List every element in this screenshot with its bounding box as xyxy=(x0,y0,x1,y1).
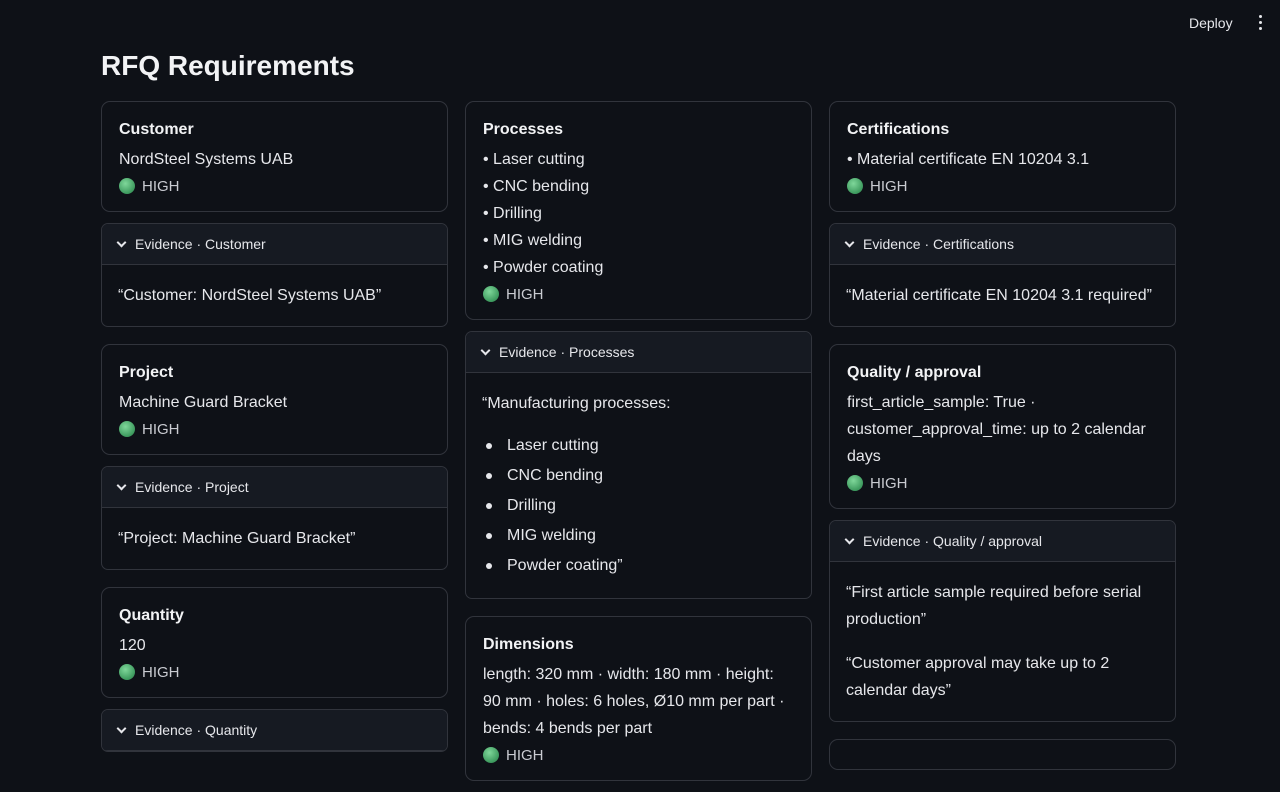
green-dot-icon xyxy=(119,421,135,437)
evidence-toggle[interactable]: Evidence · Customer xyxy=(102,224,447,265)
evidence-expander: Evidence · Quantity xyxy=(101,709,448,752)
evidence-title: Evidence · Quality / approval xyxy=(863,533,1042,549)
card-value: first_article_sample: True · customer_ap… xyxy=(847,394,1146,465)
card-value: NordSteel Systems UAB xyxy=(119,151,294,168)
evidence-body: “Customer: NordSteel Systems UAB” xyxy=(102,265,447,326)
card-value: • Drilling xyxy=(483,205,542,222)
chevron-down-icon xyxy=(844,237,855,247)
evidence-list-item: CNC bending xyxy=(482,461,795,491)
evidence-title: Evidence · Processes xyxy=(499,344,635,360)
vertical-dots-icon[interactable] xyxy=(1250,12,1270,32)
evidence-expander: Evidence · Processes “Manufacturing proce… xyxy=(465,331,812,599)
requirement-card: Processes • Laser cutting • CNC bending • D… xyxy=(465,101,812,320)
green-dot-icon xyxy=(119,664,135,680)
chevron-down-icon xyxy=(116,723,127,733)
evidence-quote: “Customer approval may take up to 2 cale… xyxy=(846,655,1110,699)
evidence-body: “Manufacturing processes: Laser cutting CN… xyxy=(466,373,811,598)
confidence-badge: HIGH xyxy=(119,659,430,685)
evidence-body: “First article sample required before se… xyxy=(830,562,1175,721)
confidence-badge: HIGH xyxy=(847,173,1158,199)
confidence-label: HIGH xyxy=(506,746,544,764)
green-dot-icon xyxy=(847,178,863,194)
evidence-list-item: MIG welding xyxy=(482,521,795,551)
evidence-expander: Evidence · Certifications “Material certi… xyxy=(829,223,1176,327)
evidence-quote: “Project: Machine Guard Bracket” xyxy=(118,530,356,547)
green-dot-icon xyxy=(483,747,499,763)
requirement-card: Quality / approval first_article_sample: … xyxy=(829,344,1176,509)
evidence-title: Evidence · Project xyxy=(135,479,249,495)
requirement-card: Quantity 120 HIGH xyxy=(101,587,448,698)
confidence-badge: HIGH xyxy=(119,173,430,199)
evidence-toggle[interactable]: Evidence · Quantity xyxy=(102,710,447,751)
requirement-card xyxy=(829,739,1176,770)
confidence-label: HIGH xyxy=(870,177,908,195)
evidence-quote: “Manufacturing processes: xyxy=(482,395,671,412)
confidence-badge: HIGH xyxy=(483,281,794,307)
column-1: Customer NordSteel Systems UAB HIGH Evidenc… xyxy=(101,101,448,769)
evidence-body: “Material certificate EN 10204 3.1 requi… xyxy=(830,265,1175,326)
evidence-quote: “First article sample required before se… xyxy=(846,584,1142,628)
evidence-expander: Evidence · Customer “Customer: NordSteel … xyxy=(101,223,448,327)
evidence-expander: Evidence · Quality / approval “First arti… xyxy=(829,520,1176,722)
green-dot-icon xyxy=(119,178,135,194)
card-label: Processes xyxy=(483,121,564,138)
confidence-badge: HIGH xyxy=(483,742,794,768)
chevron-down-icon xyxy=(116,480,127,490)
evidence-toggle[interactable]: Evidence · Project xyxy=(102,467,447,508)
evidence-expander: Evidence · Project “Project: Machine Guar… xyxy=(101,466,448,570)
evidence-title: Evidence · Certifications xyxy=(863,236,1014,252)
column-2: Processes • Laser cutting • CNC bending • D… xyxy=(465,101,812,792)
evidence-list-item: Laser cutting xyxy=(482,431,795,461)
confidence-label: HIGH xyxy=(870,474,908,492)
evidence-quote: “Material certificate EN 10204 3.1 requi… xyxy=(846,287,1152,304)
evidence-title: Evidence · Customer xyxy=(135,236,266,252)
evidence-body: “Project: Machine Guard Bracket” xyxy=(102,508,447,569)
column-3: Certifications • Material certificate EN … xyxy=(829,101,1176,781)
card-value: • MIG welding xyxy=(483,232,582,249)
confidence-label: HIGH xyxy=(506,285,544,303)
evidence-title: Evidence · Quantity xyxy=(135,722,258,738)
evidence-toggle[interactable]: Evidence · Quality / approval xyxy=(830,521,1175,562)
green-dot-icon xyxy=(483,286,499,302)
requirement-card: Dimensions length: 320 mm · width: 180 mm… xyxy=(465,616,812,781)
confidence-label: HIGH xyxy=(142,420,180,438)
evidence-list-item: Drilling xyxy=(482,491,795,521)
evidence-toggle[interactable]: Evidence · Processes xyxy=(466,332,811,373)
confidence-label: HIGH xyxy=(142,177,180,195)
confidence-badge: HIGH xyxy=(119,416,430,442)
evidence-toggle[interactable]: Evidence · Certifications xyxy=(830,224,1175,265)
evidence-list: Laser cutting CNC bending Drilling MIG weld… xyxy=(482,431,795,581)
confidence-label: HIGH xyxy=(142,663,180,681)
card-label: Quantity xyxy=(119,607,184,624)
card-value: • CNC bending xyxy=(483,178,590,195)
card-value: • Material certificate EN 10204 3.1 xyxy=(847,151,1090,168)
card-label: Quality / approval xyxy=(847,364,982,381)
evidence-quote: “Customer: NordSteel Systems UAB” xyxy=(118,287,382,304)
deploy-button[interactable]: Deploy xyxy=(1183,13,1239,33)
requirement-card: Customer NordSteel Systems UAB HIGH xyxy=(101,101,448,212)
evidence-list-item: Powder coating” xyxy=(482,551,795,581)
confidence-badge: HIGH xyxy=(847,470,1158,496)
chevron-down-icon xyxy=(844,534,855,544)
card-value: • Laser cutting xyxy=(483,151,585,168)
card-value: Machine Guard Bracket xyxy=(119,394,288,411)
requirement-card: Certifications • Material certificate EN … xyxy=(829,101,1176,212)
chevron-down-icon xyxy=(116,237,127,247)
card-value: 120 xyxy=(119,637,146,654)
card-label: Certifications xyxy=(847,121,950,138)
card-value: length: 320 mm · width: 180 mm · height:… xyxy=(483,666,785,737)
card-label: Customer xyxy=(119,121,194,138)
top-toolbar: Deploy xyxy=(0,0,1280,46)
card-label: Dimensions xyxy=(483,636,574,653)
card-label: Project xyxy=(119,364,174,381)
page-title: RFQ Requirements xyxy=(101,50,355,81)
card-value: • Powder coating xyxy=(483,259,604,276)
requirement-card: Project Machine Guard Bracket HIGH xyxy=(101,344,448,455)
chevron-down-icon xyxy=(480,345,491,355)
green-dot-icon xyxy=(847,475,863,491)
